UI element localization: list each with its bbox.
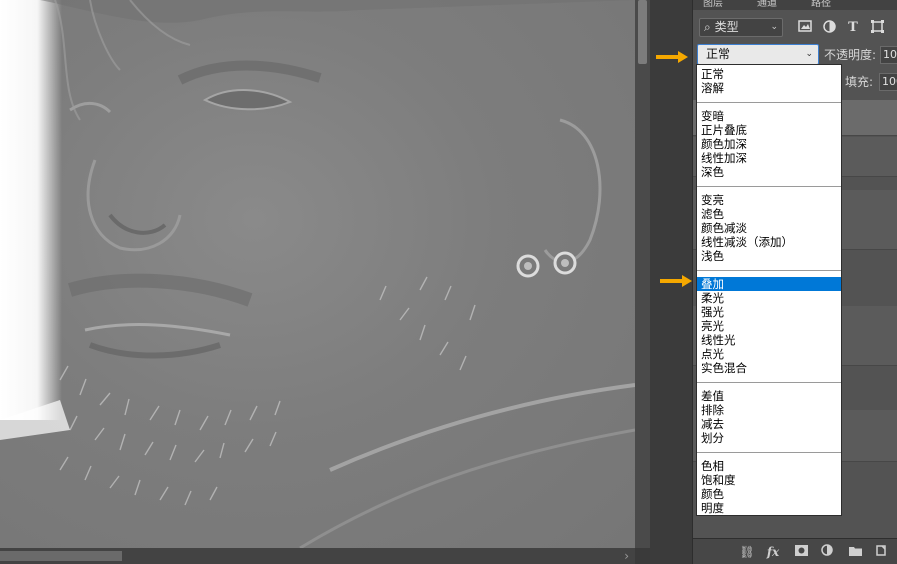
blend-option[interactable]: 线性加深 [697, 151, 841, 165]
chevron-down-icon: ⌄ [770, 22, 778, 32]
panel-gutter [650, 0, 692, 564]
dropdown-separator [697, 270, 841, 271]
tab-layers[interactable]: 图层 [703, 0, 723, 10]
blend-mode-value: 正常 [706, 47, 731, 61]
blend-option[interactable]: 亮光 [697, 319, 841, 333]
image-filter-icon[interactable] [797, 20, 813, 36]
document-canvas[interactable] [0, 0, 635, 548]
blend-option[interactable]: 减去 [697, 417, 841, 431]
chevron-down-icon: ⌄ [805, 49, 813, 59]
panel-tabs: 图层 通道 路径 [693, 0, 897, 10]
blend-mode-select[interactable]: 正常 ⌄ [697, 44, 819, 65]
blend-group-inversion: 差值 排除 减去 划分 [697, 389, 841, 445]
blend-option[interactable]: 柔光 [697, 291, 841, 305]
adjustment-filter-icon[interactable] [821, 20, 837, 36]
blend-option[interactable]: 变亮 [697, 193, 841, 207]
blend-option-selected[interactable]: 叠加 [697, 277, 841, 291]
blend-group-normal: 正常 溶解 [697, 67, 841, 95]
type-filter-icon[interactable]: T [845, 20, 861, 36]
fill-input[interactable]: 100 [879, 73, 897, 91]
blend-option[interactable]: 排除 [697, 403, 841, 417]
vertical-scroll-thumb[interactable] [638, 0, 647, 64]
blend-group-contrast: 叠加 柔光 强光 亮光 线性光 点光 实色混合 [697, 277, 841, 375]
blend-mode-dropdown[interactable]: 正常 溶解 变暗 正片叠底 颜色加深 线性加深 深色 变亮 滤色 颜色减淡 线性… [696, 64, 842, 516]
blend-option[interactable]: 实色混合 [697, 361, 841, 375]
blend-option[interactable]: 滤色 [697, 207, 841, 221]
adjustment-icon[interactable] [819, 544, 835, 560]
vertical-scrollbar[interactable] [635, 0, 650, 548]
opacity-input[interactable]: 100 [880, 46, 897, 64]
dropdown-separator [697, 102, 841, 103]
horizontal-scroll-thumb[interactable] [0, 551, 122, 561]
blend-option[interactable]: 深色 [697, 165, 841, 179]
layer-filter-row: ⌕ 类型 ⌄ T [697, 17, 895, 39]
blend-option[interactable]: 明度 [697, 501, 841, 515]
blend-option[interactable]: 线性光 [697, 333, 841, 347]
annotation-arrow-icon [656, 51, 688, 63]
high-pass-portrait-image [0, 0, 635, 548]
blend-option[interactable]: 线性减淡（添加） [697, 235, 841, 249]
blend-option[interactable]: 变暗 [697, 109, 841, 123]
blend-option[interactable]: 颜色 [697, 487, 841, 501]
blend-group-lighten: 变亮 滤色 颜色减淡 线性减淡（添加） 浅色 [697, 193, 841, 263]
dropdown-separator [697, 186, 841, 187]
dropdown-separator [697, 382, 841, 383]
search-icon: ⌕ [704, 20, 711, 34]
blend-option[interactable]: 正片叠底 [697, 123, 841, 137]
scroll-right-arrow-icon[interactable]: › [624, 549, 629, 563]
blend-option[interactable]: 划分 [697, 431, 841, 445]
blend-option[interactable]: 点光 [697, 347, 841, 361]
blend-group-darken: 变暗 正片叠底 颜色加深 线性加深 深色 [697, 109, 841, 179]
blend-option[interactable]: 色相 [697, 459, 841, 473]
dropdown-separator [697, 452, 841, 453]
folder-icon[interactable] [847, 544, 863, 560]
filter-kind-select[interactable]: ⌕ 类型 ⌄ [699, 18, 783, 37]
blend-option[interactable]: 强光 [697, 305, 841, 319]
tab-channels[interactable]: 通道 [757, 0, 777, 10]
blend-option[interactable]: 差值 [697, 389, 841, 403]
filter-kind-label: 类型 [714, 20, 739, 34]
photoshop-window: › 图层 通道 路径 ⌕ 类型 ⌄ T 正常 ⌄ 不透明度: 10 填充: 10… [0, 0, 897, 564]
mask-icon[interactable] [793, 544, 809, 560]
link-icon[interactable]: ⛓ [739, 544, 755, 560]
blend-group-component: 色相 饱和度 颜色 明度 [697, 459, 841, 515]
layers-panel-footer: ⛓ fx [693, 538, 897, 564]
blend-option[interactable]: 饱和度 [697, 473, 841, 487]
blend-option[interactable]: 颜色加深 [697, 137, 841, 151]
blend-option[interactable]: 正常 [697, 67, 841, 81]
scrollbar-corner [635, 548, 650, 564]
annotation-arrow-icon [660, 275, 692, 287]
blend-option[interactable]: 浅色 [697, 249, 841, 263]
opacity-label: 不透明度: [824, 48, 877, 62]
horizontal-scrollbar[interactable]: › [0, 548, 635, 564]
blend-option[interactable]: 溶解 [697, 81, 841, 95]
shape-filter-icon[interactable] [869, 20, 885, 36]
new-layer-icon[interactable] [873, 544, 889, 560]
fill-label: 填充: [845, 75, 874, 89]
blend-option[interactable]: 颜色减淡 [697, 221, 841, 235]
blend-mode-row: 正常 ⌄ 不透明度: 100 [697, 44, 897, 65]
tab-paths[interactable]: 路径 [811, 0, 831, 10]
fx-icon[interactable]: fx [765, 544, 781, 560]
